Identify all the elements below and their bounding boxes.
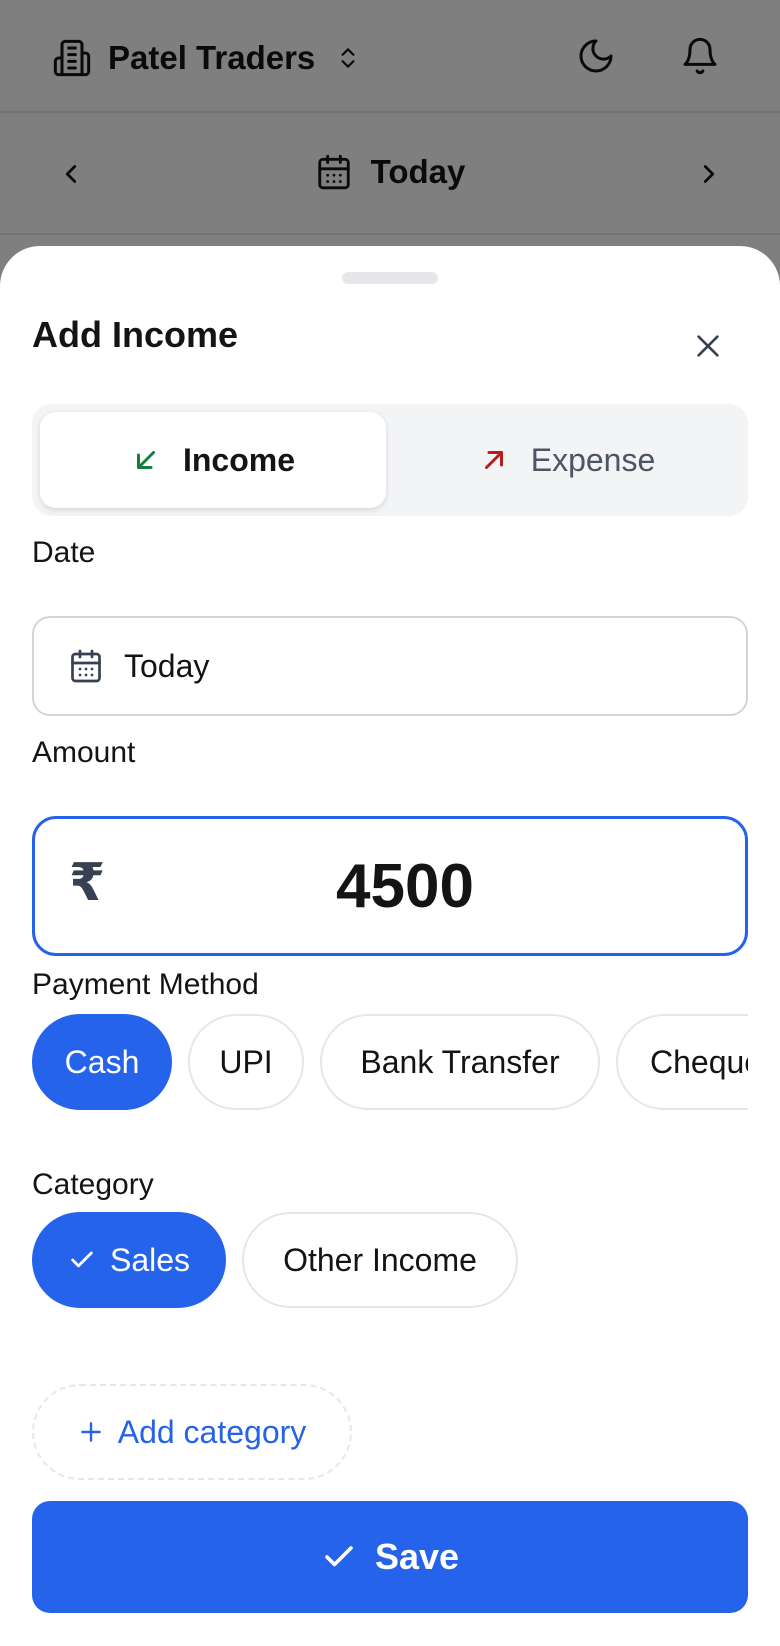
payment-option-cash[interactable]: Cash [32,1014,172,1110]
category-option-other-income[interactable]: Other Income [242,1212,518,1308]
date-picker-field[interactable]: Today [32,616,748,716]
calendar-icon [71,649,101,683]
check-icon [325,1546,353,1567]
amount-field: ₹ [32,816,748,956]
save-button[interactable]: Save [32,1501,748,1613]
category-option-sales[interactable]: Sales [32,1212,226,1308]
category-label: Category [32,1168,154,1201]
sheet-title: Add Income [32,314,239,355]
rupee-icon: ₹ [69,853,106,913]
date-label: Date [32,536,96,569]
drag-handle[interactable] [342,272,438,284]
plus-icon [80,1422,101,1442]
expense-tab[interactable]: Expense [394,412,740,508]
arrow-up-right-icon [484,451,503,469]
expense-tab-label: Expense [530,441,656,478]
payment-option-cheque[interactable]: Cheque [616,1014,748,1110]
category-options: Sales Other Income [32,1212,748,1312]
payment-method-label: Payment Method [32,968,259,1001]
category-option-sales-label: Sales [109,1241,191,1278]
date-value: Today [124,647,210,684]
payment-option-bank-transfer[interactable]: Bank Transfer [320,1014,600,1110]
payment-option-upi[interactable]: UPI [188,1014,304,1110]
income-tab-label: Income [182,441,296,478]
close-icon [697,335,719,357]
add-transaction-sheet: Add Income Income Expense Date Today Amo… [0,246,780,1646]
payment-method-options: Cash UPI Bank Transfer Cheque [32,1014,748,1114]
add-category-button[interactable]: Add category [32,1384,352,1480]
amount-label: Amount [32,736,136,769]
transaction-type-toggle: Income Expense [32,404,748,516]
add-category-label: Add category [117,1413,307,1450]
income-tab[interactable]: Income [40,412,386,508]
close-button[interactable] [688,326,728,366]
check-icon [71,1251,93,1268]
arrow-down-left-icon [136,451,155,469]
save-label: Save [374,1536,460,1577]
amount-input[interactable] [125,819,685,953]
